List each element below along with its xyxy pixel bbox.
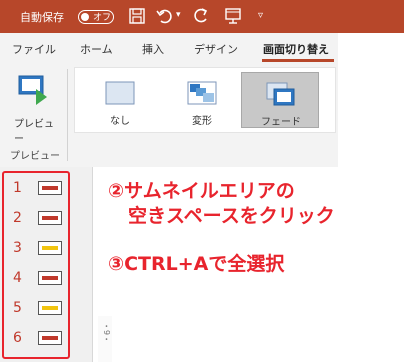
toggle-knob bbox=[81, 12, 89, 21]
slide-thumbnail-row[interactable]: 1 bbox=[4, 176, 70, 200]
slide-thumbnail-row[interactable]: 5 bbox=[4, 296, 70, 320]
slide-thumbnail[interactable] bbox=[38, 241, 62, 255]
slide-thumbnail-row[interactable]: 2 bbox=[4, 206, 70, 230]
thumb-accent bbox=[42, 336, 58, 340]
transition-none-label: なし bbox=[110, 116, 130, 127]
transition-none-icon bbox=[105, 81, 135, 105]
undo-dropdown-icon[interactable]: ▾ bbox=[176, 10, 181, 20]
save-icon[interactable] bbox=[128, 7, 146, 25]
slide-thumbnail-row[interactable]: 3 bbox=[4, 236, 70, 260]
slide-number: 4 bbox=[13, 270, 22, 286]
tab-file[interactable]: ファイル bbox=[12, 41, 56, 57]
slide-thumbnail-row[interactable]: 6 bbox=[4, 326, 70, 350]
transition-none[interactable]: なし bbox=[81, 72, 159, 128]
thumbnail-highlight-box: 1 2 3 4 5 6 bbox=[2, 171, 70, 359]
slide-number: 2 bbox=[13, 210, 22, 226]
group-separator bbox=[67, 69, 68, 161]
preview-label: プレビュー bbox=[14, 119, 54, 145]
transition-fade-icon bbox=[266, 82, 295, 106]
thumb-accent bbox=[42, 276, 58, 280]
autosave-label: 自動保存 bbox=[20, 11, 64, 24]
transition-morph-label: 変形 bbox=[192, 116, 212, 127]
tab-transitions[interactable]: 画面切り替え bbox=[263, 41, 329, 57]
transition-morph[interactable]: 変形 bbox=[163, 72, 241, 128]
ruler-marks: ・9・ bbox=[102, 322, 111, 344]
annotation-step2-line2: 空きスペースをクリック bbox=[128, 205, 335, 227]
annotation-step3: ③CTRL+Aで全選択 bbox=[108, 253, 285, 275]
annotation-step2-line1: ②サムネイルエリアの bbox=[108, 180, 295, 202]
slide-number: 6 bbox=[13, 330, 22, 346]
toggle-state-label: オフ bbox=[93, 13, 112, 23]
slide-number: 3 bbox=[13, 240, 22, 256]
slide-thumbnail[interactable] bbox=[38, 271, 62, 285]
slide-thumbnail[interactable] bbox=[38, 181, 62, 195]
slide-number: 1 bbox=[13, 180, 22, 196]
transition-fade[interactable]: フェード bbox=[241, 72, 319, 128]
transition-fade-label: フェード bbox=[261, 117, 301, 128]
title-bar: 自動保存 オフ ▾ ▿ bbox=[0, 0, 404, 33]
customize-qat-icon[interactable]: ▿ bbox=[258, 10, 263, 21]
redo-icon[interactable] bbox=[192, 7, 210, 25]
thumb-accent bbox=[42, 306, 58, 310]
slide-thumbnail[interactable] bbox=[38, 301, 62, 315]
undo-icon[interactable] bbox=[156, 7, 174, 25]
autosave-toggle[interactable]: オフ bbox=[78, 10, 114, 24]
thumb-accent bbox=[42, 216, 58, 220]
pane-divider[interactable] bbox=[92, 167, 93, 362]
thumb-accent bbox=[42, 246, 58, 250]
active-tab-indicator bbox=[262, 59, 334, 62]
ribbon-overflow-area bbox=[338, 33, 404, 167]
transition-morph-icon bbox=[187, 81, 217, 105]
slide-thumbnail[interactable] bbox=[38, 331, 62, 345]
preview-button[interactable]: プレビュー bbox=[6, 71, 58, 145]
preview-group-label: プレビュー bbox=[10, 151, 60, 162]
tab-home[interactable]: ホーム bbox=[80, 41, 113, 57]
preview-icon bbox=[18, 75, 47, 105]
slide-thumbnail[interactable] bbox=[38, 211, 62, 225]
tab-design[interactable]: デザイン bbox=[194, 41, 238, 57]
thumb-accent bbox=[42, 186, 58, 190]
transition-gallery: なし 変形 フェード bbox=[74, 67, 336, 133]
present-icon[interactable] bbox=[224, 7, 242, 25]
ribbon-body: プレビュー プレビュー なし 変形 フェード bbox=[0, 63, 338, 167]
slide-thumbnail-row[interactable]: 4 bbox=[4, 266, 70, 290]
tab-insert[interactable]: 挿入 bbox=[142, 41, 164, 57]
slide-number: 5 bbox=[13, 300, 22, 316]
